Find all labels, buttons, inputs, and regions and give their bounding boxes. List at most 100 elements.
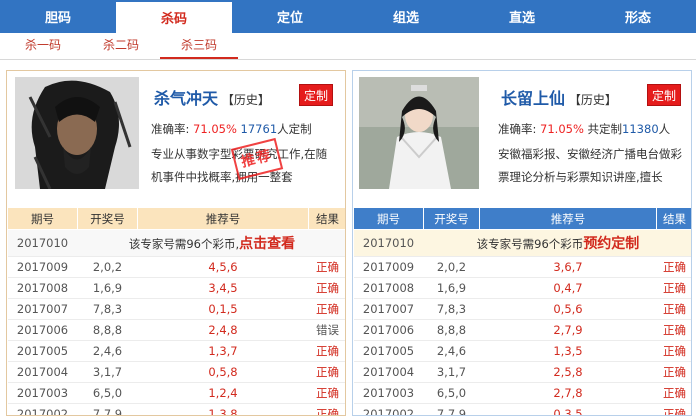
cell-result: 错误 — [308, 319, 345, 341]
col-draw: 开奖号 — [423, 207, 480, 230]
col-issue: 期号 — [7, 207, 78, 230]
cell-rec: 4,5,6 — [137, 256, 309, 278]
cell-issue: 2017005 — [7, 340, 78, 362]
top-nav: 胆码 杀码 定位 组选 直选 形态 — [0, 0, 696, 33]
table-row: 2017007 7,8,3 0,5,6 正确 — [353, 298, 691, 320]
cell-draw: 2,0,2 — [423, 256, 480, 278]
tab-shama[interactable]: 杀码 — [116, 0, 232, 33]
cell-issue: 2017003 — [7, 382, 78, 404]
tab-zuxuan[interactable]: 组选 — [348, 0, 464, 33]
table-row: 2017002 7,7,9 1,3,8 正确 — [7, 403, 345, 415]
subtab-sha2[interactable]: 杀二码 — [82, 33, 160, 59]
cell-rec: 2,5,8 — [479, 361, 657, 383]
cell-result: 正确 — [308, 277, 345, 299]
col-result: 结果 — [308, 207, 345, 230]
cell-rec: 2,7,9 — [479, 319, 657, 341]
cell-rec: 1,3,5 — [479, 340, 657, 362]
tab-zhixuan[interactable]: 直选 — [464, 0, 580, 33]
cell-result: 正确 — [308, 340, 345, 362]
cell-rec: 0,4,7 — [479, 277, 657, 299]
subtab-sha3[interactable]: 杀三码 — [160, 33, 238, 59]
cell-rec: 2,4,8 — [137, 319, 309, 341]
cell-issue: 2017008 — [353, 277, 424, 299]
cell-issue: 2017009 — [353, 256, 424, 278]
cell-result: 正确 — [656, 382, 691, 404]
cell-draw: 2,4,6 — [423, 340, 480, 362]
accuracy-info: 准确率: 71.05% 共定制11380人 — [498, 122, 671, 136]
expert-name[interactable]: 长留上仙 【历史】 — [501, 85, 617, 109]
cell-draw: 3,1,7 — [77, 361, 138, 383]
cell-draw: 7,7,9 — [77, 403, 138, 415]
table-row: 2017009 2,0,2 4,5,6 正确 — [7, 256, 345, 278]
expert-avatar[interactable] — [15, 77, 139, 189]
cell-draw: 8,8,8 — [423, 319, 480, 341]
col-draw: 开奖号 — [77, 207, 138, 230]
cell-rec: 2,7,8 — [479, 382, 657, 404]
cell-result: 正确 — [656, 256, 691, 278]
cell-draw: 6,5,0 — [423, 382, 480, 404]
cell-issue: 2017002 — [7, 403, 78, 415]
col-rec: 推荐号 — [137, 207, 309, 230]
tab-danma[interactable]: 胆码 — [0, 0, 116, 33]
tab-dingwei[interactable]: 定位 — [232, 0, 348, 33]
cell-result: 正确 — [308, 256, 345, 278]
view-link[interactable]: 点击查看 — [239, 236, 295, 252]
cell-result: 正确 — [308, 298, 345, 320]
cell-result: 正确 — [308, 403, 345, 415]
cell-issue: 2017007 — [7, 298, 78, 320]
table-row: 2017005 2,4,6 1,3,7 正确 — [7, 340, 345, 362]
expert-card-right: 长留上仙 【历史】 定制 准确率: 71.05% 共定制11380人 安徽福彩报… — [352, 70, 692, 416]
cell-rec: 1,2,4 — [137, 382, 309, 404]
table-row: 2017003 6,5,0 1,2,4 正确 — [7, 382, 345, 404]
cell-rec: 0,5,8 — [137, 361, 309, 383]
cell-result: 正确 — [656, 298, 691, 320]
sub-nav: 杀一码 杀二码 杀三码 — [0, 33, 696, 60]
cell-issue: 2017002 — [353, 403, 424, 415]
tab-xingtai[interactable]: 形态 — [580, 0, 696, 33]
cell-issue: 2017009 — [7, 256, 78, 278]
custom-button[interactable]: 定制 — [647, 84, 681, 106]
table-row: 2017006 8,8,8 2,4,8 错误 — [7, 319, 345, 341]
table-row: 2017008 1,6,9 0,4,7 正确 — [353, 277, 691, 299]
table-row: 2017003 6,5,0 2,7,8 正确 — [353, 382, 691, 404]
expert-name[interactable]: 杀气冲天 【历史】 — [154, 85, 270, 109]
cell-rec: 0,3,5 — [479, 403, 657, 415]
subtab-sha1[interactable]: 杀一码 — [4, 33, 82, 59]
cell-result: 正确 — [656, 361, 691, 383]
table-row: 2017004 3,1,7 2,5,8 正确 — [353, 361, 691, 383]
prediction-table: 期号 开奖号 推荐号 结果 2017010 该专家号需96个彩币预约定制 201… — [353, 207, 691, 415]
cell-rec: 0,1,5 — [137, 298, 309, 320]
expert-avatar[interactable] — [359, 77, 479, 189]
cell-issue: 2017005 — [353, 340, 424, 362]
cell-draw: 2,4,6 — [77, 340, 138, 362]
cell-result: 正确 — [308, 382, 345, 404]
cell-issue: 2017008 — [7, 277, 78, 299]
cell-draw: 7,8,3 — [423, 298, 480, 320]
cell-result: 正确 — [656, 319, 691, 341]
expert-description: 安徽福彩报、安徽经济广播电台做彩票理论分析与彩票知识讲座,擅长 — [498, 147, 682, 184]
col-issue: 期号 — [353, 207, 424, 230]
cell-issue: 2017006 — [353, 319, 424, 341]
history-link[interactable]: 历史 — [581, 93, 605, 107]
expert-card-left: 杀气冲天 【历史】 定制 准确率: 71.05% 17761人定制 专业从事数字… — [6, 70, 346, 416]
cell-issue: 2017004 — [7, 361, 78, 383]
cell-issue: 2017004 — [353, 361, 424, 383]
reserve-link[interactable]: 预约定制 — [583, 236, 639, 252]
cell-draw: 2,0,2 — [77, 256, 138, 278]
col-result: 结果 — [656, 207, 691, 230]
table-row: 2017009 2,0,2 3,6,7 正确 — [353, 256, 691, 278]
cell-draw: 6,5,0 — [77, 382, 138, 404]
cell-result: 正确 — [656, 340, 691, 362]
history-link[interactable]: 历史 — [234, 93, 258, 107]
cell-draw: 1,6,9 — [77, 277, 138, 299]
table-row: 2017002 7,7,9 0,3,5 正确 — [353, 403, 691, 415]
cell-result: 正确 — [308, 361, 345, 383]
custom-button[interactable]: 定制 — [299, 84, 333, 106]
table-row: 2017005 2,4,6 1,3,5 正确 — [353, 340, 691, 362]
cell-result: 正确 — [656, 277, 691, 299]
cell-rec: 0,5,6 — [479, 298, 657, 320]
table-row: 2017008 1,6,9 3,4,5 正确 — [7, 277, 345, 299]
cell-draw: 8,8,8 — [77, 319, 138, 341]
table-row: 2017007 7,8,3 0,1,5 正确 — [7, 298, 345, 320]
cell-issue: 2017006 — [7, 319, 78, 341]
